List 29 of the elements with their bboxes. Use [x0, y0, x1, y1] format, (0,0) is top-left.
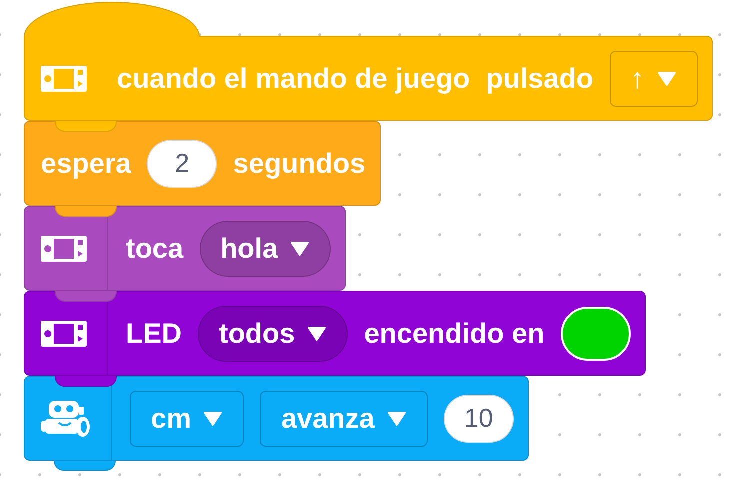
gamepad-icon [41, 320, 87, 346]
caret-icon [203, 410, 224, 426]
number-input[interactable]: 2 [147, 140, 218, 188]
command-block[interactable]: toca hola [24, 206, 346, 291]
command-block[interactable]: LED todos encendido en [24, 291, 646, 376]
command-block[interactable]: cm avanza 10 [24, 376, 529, 461]
block-label: encendido en [364, 318, 545, 350]
block-label: LED [126, 318, 182, 350]
block-label: cuando el mando de juego [117, 62, 470, 94]
color-swatch[interactable] [560, 306, 631, 360]
robot-icon [41, 398, 91, 438]
connector-tab [55, 206, 117, 217]
caret-icon [307, 326, 328, 342]
caret-icon [290, 240, 310, 256]
command-block[interactable]: espera 2 segundos [24, 121, 381, 206]
gamepad-icon [41, 66, 87, 92]
gamepad-icon [41, 236, 87, 262]
connector-tab [55, 291, 117, 302]
dropdown[interactable]: hola [200, 220, 332, 276]
block-label: pulsado [486, 62, 594, 94]
caret-icon [656, 70, 676, 86]
block-label: toca [126, 232, 184, 264]
connector-tab [55, 376, 117, 387]
block-label: espera [41, 148, 132, 180]
block-label: segundos [233, 148, 366, 180]
connector-tab [55, 121, 117, 132]
number-input[interactable]: 10 [444, 394, 514, 442]
dropdown[interactable]: todos [198, 306, 348, 362]
caret-icon [386, 410, 407, 426]
